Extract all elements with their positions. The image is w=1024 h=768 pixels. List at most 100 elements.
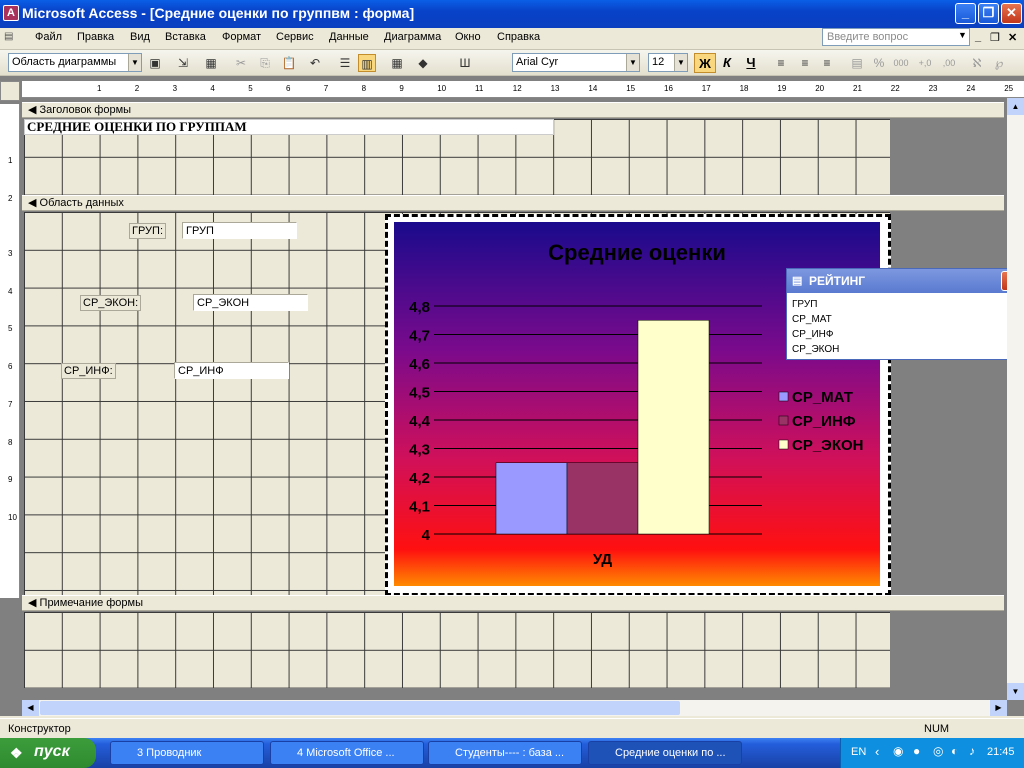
percent-icon[interactable]: %: [870, 54, 888, 72]
doc-close-button[interactable]: ✕: [1008, 31, 1017, 44]
section-bar-footer[interactable]: ◀ Примечание формы: [22, 595, 1004, 611]
field-label-sr-inf[interactable]: СР_ИНФ:: [61, 363, 116, 379]
underline-button[interactable]: Ч: [740, 53, 762, 73]
field-label-sr-ekon[interactable]: СР_ЭКОН:: [80, 295, 142, 311]
horizontal-ruler[interactable]: 1 2 3 4 5 6 7 8 9 10 11 12 13 14 15 16 17 18 19 20 21 22 23 24 2…: [22, 81, 1024, 98]
datasheet-icon[interactable]: ▦: [202, 54, 220, 72]
close-button[interactable]: ✕: [1001, 3, 1022, 24]
field-list-item[interactable]: СР_МАТ: [787, 312, 1023, 327]
align-left-icon[interactable]: ≡: [772, 54, 790, 72]
menu-insert[interactable]: Вставка: [165, 31, 206, 43]
format-selection-icon[interactable]: ▣: [146, 54, 164, 72]
scroll-down-icon[interactable]: ▼: [1007, 683, 1024, 700]
chart-title[interactable]: Средние оценки: [548, 240, 726, 265]
decrease-decimal-icon[interactable]: ,00: [940, 54, 958, 72]
section-bar-detail[interactable]: ◀ Область данных: [22, 195, 1004, 211]
menu-chart[interactable]: Диаграмма: [384, 31, 441, 43]
restore-button[interactable]: ❐: [978, 3, 999, 24]
tray-expand-icon[interactable]: ‹: [875, 744, 879, 759]
menu-window[interactable]: Окно: [455, 31, 481, 43]
field-textbox-sr-ekon[interactable]: СР_ЭКОН: [193, 294, 308, 311]
currency-icon[interactable]: ▤: [848, 54, 866, 72]
chevron-down-icon[interactable]: ▼: [128, 54, 141, 71]
language-indicator[interactable]: EN: [851, 746, 866, 758]
settings-icon[interactable]: ◎: [933, 744, 943, 758]
scroll-thumb[interactable]: [40, 701, 680, 715]
menu-view[interactable]: Вид: [130, 31, 150, 43]
field-list-item[interactable]: ГРУП: [787, 297, 1023, 312]
question-input[interactable]: Введите вопрос: [822, 28, 970, 46]
data-table-icon[interactable]: ▦: [388, 54, 406, 72]
network-icon[interactable]: ◉: [893, 744, 903, 758]
ruler-corner[interactable]: [0, 81, 20, 101]
field-label-grup[interactable]: ГРУП:: [129, 223, 167, 239]
scroll-left-icon[interactable]: ◀: [22, 700, 39, 716]
form-icon[interactable]: ▤: [4, 31, 13, 42]
italic-button[interactable]: К: [716, 53, 738, 73]
horizontal-scrollbar[interactable]: ◀ ▶: [22, 700, 1007, 716]
field-list-window[interactable]: ▤ РЕЙТИНГ ✕ ГРУП СР_МАТ СР_ИНФ СР_ЭКОН: [786, 268, 1024, 360]
title-bar[interactable]: A Microsoft Access - [Средние оценки по …: [0, 0, 1024, 28]
section-bar-header[interactable]: ◀ Заголовок формы: [22, 102, 1004, 118]
field-list-header[interactable]: ▤ РЕЙТИНГ ✕: [787, 269, 1023, 293]
form-title-label[interactable]: СРЕДНИЕ ОЦЕНКИ ПО ГРУППАМ: [24, 119, 554, 135]
vertical-scrollbar[interactable]: ▲ ▼: [1007, 98, 1024, 700]
chart-bar[interactable]: [495, 462, 568, 535]
font-combo[interactable]: Arial Cyr ▼: [512, 53, 640, 72]
task-access-db[interactable]: Студенты---- : база ...: [428, 741, 582, 765]
thousands-icon[interactable]: 000: [892, 54, 910, 72]
field-textbox-grup[interactable]: ГРУП: [182, 222, 297, 239]
bold-button[interactable]: Ж: [694, 53, 716, 73]
ruler-mark: 7: [8, 399, 13, 409]
chevron-down-icon[interactable]: ▼: [674, 54, 687, 71]
doc-restore-button[interactable]: ❐: [990, 31, 1000, 44]
menu-help[interactable]: Справка: [497, 31, 540, 43]
volume-icon[interactable]: ♪: [969, 744, 975, 758]
field-list-item[interactable]: СР_ЭКОН: [787, 342, 1023, 357]
scroll-right-icon[interactable]: ▶: [990, 700, 1007, 716]
eye-icon[interactable]: ◐: [951, 744, 958, 758]
by-row-icon[interactable]: ☰: [336, 54, 354, 72]
section-footer-label: Примечание формы: [39, 597, 144, 609]
antivirus-icon[interactable]: ●: [913, 744, 920, 758]
angle-up-icon[interactable]: ℘: [990, 54, 1008, 72]
field-list-item[interactable]: СР_ИНФ: [787, 327, 1023, 342]
chevron-down-icon[interactable]: ▼: [626, 54, 639, 71]
ruler-mark: 4: [210, 84, 215, 93]
task-word[interactable]: 4 Microsoft Office ...: [270, 741, 424, 765]
menu-edit[interactable]: Правка: [77, 31, 114, 43]
menu-data[interactable]: Данные: [329, 31, 369, 43]
chart-bar[interactable]: [637, 320, 710, 535]
gridlines-icon[interactable]: Ш: [456, 54, 474, 72]
access-app-icon[interactable]: A: [3, 5, 19, 21]
font-size-combo[interactable]: 12 ▼: [648, 53, 688, 72]
chart-legend-label: СР_МАТ: [792, 389, 853, 406]
paste-icon[interactable]: 📋: [280, 54, 298, 72]
task-access-form[interactable]: Средние оценки по ...: [588, 741, 742, 765]
menu-format[interactable]: Формат: [222, 31, 261, 43]
chart-type-icon[interactable]: ◆: [414, 54, 432, 72]
copy-icon[interactable]: ⎘: [256, 54, 274, 72]
menu-tools[interactable]: Сервис: [276, 31, 314, 43]
ruler-mark: 10: [8, 512, 17, 522]
align-right-icon[interactable]: ≡: [818, 54, 836, 72]
start-button[interactable]: ❖ пуск: [0, 738, 96, 768]
menu-file[interactable]: Файл: [35, 31, 62, 43]
vertical-ruler[interactable]: 1 2 3 4 5 6 7 8 9 10: [0, 104, 20, 598]
increase-decimal-icon[interactable]: +,0: [916, 54, 934, 72]
field-textbox-sr-inf[interactable]: СР_ИНФ: [174, 362, 289, 379]
align-center-icon[interactable]: ≡: [796, 54, 814, 72]
question-dropdown-icon[interactable]: ▼: [958, 30, 967, 40]
import-data-icon[interactable]: ⇲: [174, 54, 192, 72]
task-explorer[interactable]: 3 Проводник: [110, 741, 264, 765]
minimize-button[interactable]: _: [955, 3, 976, 24]
scroll-up-icon[interactable]: ▲: [1007, 98, 1024, 115]
undo-icon[interactable]: ↶: [306, 54, 324, 72]
chart-object-combo[interactable]: Область диаграммы ▼: [8, 53, 142, 72]
chart-bar[interactable]: [566, 462, 639, 535]
footer-grid[interactable]: [24, 612, 890, 688]
cut-icon[interactable]: ✂: [232, 54, 250, 72]
angle-down-icon[interactable]: ℵ: [968, 54, 986, 72]
doc-minimize-button[interactable]: _: [975, 31, 981, 43]
by-column-icon[interactable]: ▥: [358, 54, 376, 72]
